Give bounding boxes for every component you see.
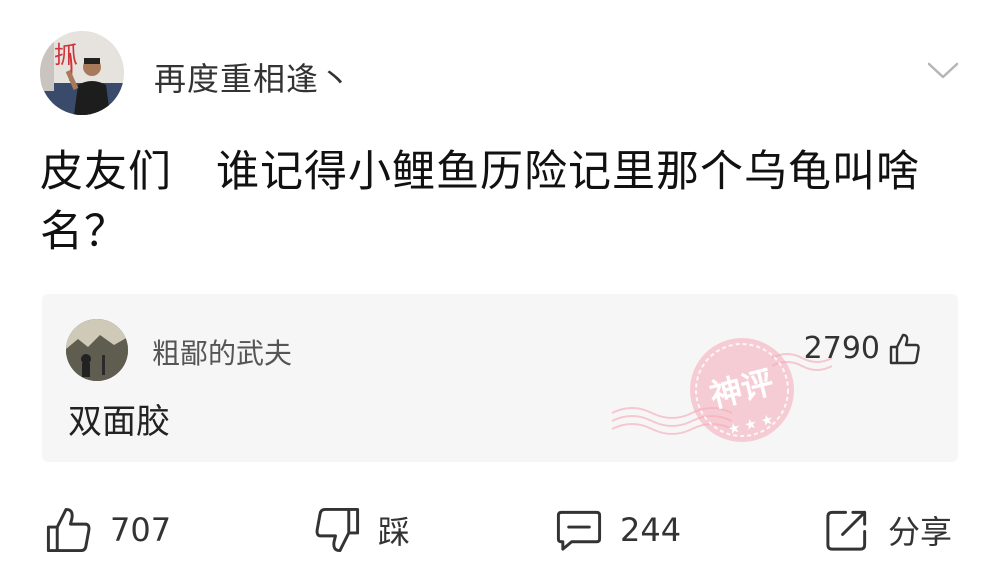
chevron-down-icon[interactable] bbox=[926, 58, 960, 82]
thumbs-up-icon bbox=[46, 507, 91, 553]
like-count: 707 bbox=[110, 511, 172, 549]
author-name[interactable]: 再度重相逢丶 bbox=[154, 54, 352, 100]
god-comment-card[interactable]: 神评 ★ ★ ★ 粗鄙的武夫 2790 双面胶 bbox=[42, 294, 958, 462]
share-label: 分享 bbox=[888, 513, 953, 551]
commenter-avatar[interactable] bbox=[66, 319, 128, 381]
dislike-button[interactable]: 踩 bbox=[312, 495, 410, 565]
author-avatar[interactable]: 抓 bbox=[40, 31, 124, 115]
god-comment-text: 双面胶 bbox=[68, 402, 170, 442]
share-button[interactable]: 分享 bbox=[822, 495, 952, 565]
comment-button[interactable]: 244 bbox=[554, 495, 681, 565]
dislike-label: 踩 bbox=[378, 513, 411, 551]
svg-text:抓: 抓 bbox=[54, 41, 78, 69]
comment-icon bbox=[556, 510, 602, 551]
post-header: 抓 再度重相逢丶 bbox=[40, 28, 970, 118]
post-content[interactable]: 皮友们 谁记得小鲤鱼历险记里那个乌龟叫啥名？ bbox=[40, 142, 965, 262]
action-bar: 707 踩 244 分享 bbox=[0, 495, 1000, 565]
comment-like-count: 2790 bbox=[803, 331, 880, 366]
comment-count: 244 bbox=[620, 511, 682, 549]
commenter-name[interactable]: 粗鄙的武夫 bbox=[152, 332, 292, 372]
share-icon bbox=[826, 510, 867, 551]
thumbs-down-icon bbox=[315, 507, 360, 553]
comment-like-button[interactable]: 2790 bbox=[804, 331, 922, 366]
thumbs-up-icon bbox=[889, 333, 920, 364]
like-button[interactable]: 707 bbox=[44, 495, 171, 565]
